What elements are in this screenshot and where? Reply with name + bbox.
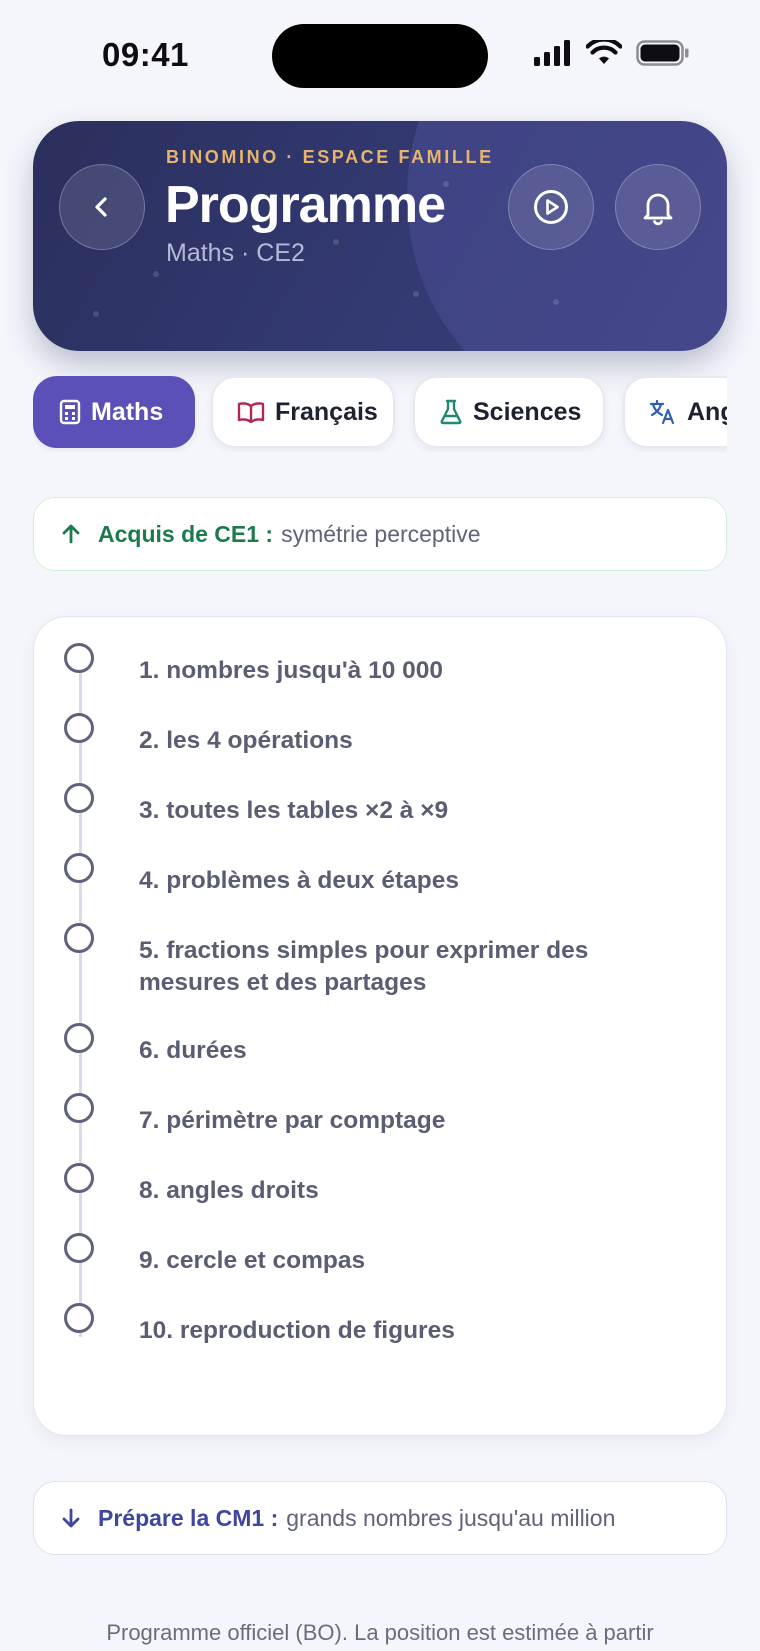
item-text: 7. périmètre par comptage — [139, 1107, 446, 1134]
item-text: 1. nombres jusqu'à 10 000 — [139, 657, 444, 684]
item-text: 8. angles droits — [139, 1177, 319, 1204]
header-card: BINOMINO · ESPACE FAMILLE Programme Math… — [33, 121, 727, 351]
battery-icon — [636, 40, 689, 66]
flask-icon — [440, 399, 462, 425]
page-title: Programme — [165, 176, 446, 234]
status-circle-icon[interactable] — [64, 1163, 94, 1193]
status-bar: 09:41 — [0, 0, 760, 110]
tab-label: Anglais — [687, 397, 727, 426]
book-icon — [237, 402, 265, 424]
calculator-icon — [59, 399, 81, 425]
bell-icon — [643, 193, 673, 226]
status-circle-icon[interactable] — [64, 1093, 94, 1123]
translate-icon — [649, 399, 675, 425]
app-screen: 09:41 BINOMINO · ESPACE FAMILLE Programm… — [0, 0, 760, 1651]
star-dot — [93, 311, 99, 317]
arrow-down-icon — [56, 1507, 86, 1529]
status-circle-icon[interactable] — [64, 783, 94, 813]
status-circle-icon[interactable] — [64, 1303, 94, 1333]
tab-francais[interactable]: Français — [211, 376, 395, 448]
item-text: 4. problèmes à deux étapes — [139, 867, 459, 894]
status-circle-icon[interactable] — [64, 643, 94, 673]
play-circle-icon — [534, 190, 568, 224]
tab-label: Français — [275, 397, 378, 426]
item-text: 10. reproduction de figures — [139, 1317, 455, 1344]
next-level-label: Prépare la CM1 : — [98, 1504, 279, 1531]
item-text: 9. cercle et compas — [139, 1247, 366, 1274]
arrow-up-icon — [56, 523, 86, 545]
tab-sciences[interactable]: Sciences — [413, 376, 605, 448]
subject-tabs: Maths Français Sciences Anglais — [33, 376, 727, 452]
play-button[interactable] — [508, 164, 594, 250]
status-icons — [534, 40, 690, 66]
cellular-signal-icon — [534, 40, 570, 66]
status-circle-icon[interactable] — [64, 853, 94, 883]
footnote: Programme officiel (BO). La position est… — [106, 1620, 654, 1645]
next-level-banner: Prépare la CM1 : grands nombres jusqu'au… — [33, 1481, 727, 1555]
star-dot — [153, 271, 159, 277]
status-circle-icon[interactable] — [64, 713, 94, 743]
star-dot — [413, 291, 419, 297]
header-eyebrow: BINOMINO · ESPACE FAMILLE — [166, 147, 494, 167]
star-dot — [333, 239, 339, 245]
tab-anglais[interactable]: Anglais — [623, 376, 727, 448]
notifications-button[interactable] — [615, 164, 701, 250]
tab-label: Sciences — [473, 397, 582, 426]
chevron-left-icon — [95, 197, 107, 217]
back-button[interactable] — [59, 164, 145, 250]
curriculum-list: 1. nombres jusqu'à 10 000 2. les 4 opéra… — [33, 616, 727, 1436]
previous-level-value: symétrie perceptive — [281, 520, 481, 547]
next-level-value: grands nombres jusqu'au million — [286, 1504, 616, 1531]
wifi-icon — [586, 40, 622, 64]
item-text: 6. durées — [139, 1037, 247, 1064]
tab-label: Maths — [91, 397, 164, 426]
item-text: 5. fractions simples pour exprimer des m… — [139, 937, 589, 996]
tab-maths[interactable]: Maths — [33, 376, 195, 448]
dynamic-island — [272, 24, 488, 88]
status-circle-icon[interactable] — [64, 923, 94, 953]
status-time: 09:41 — [102, 36, 189, 73]
previous-level-label: Acquis de CE1 : — [98, 520, 274, 547]
page-subtitle: Maths · CE2 — [166, 239, 305, 267]
status-circle-icon[interactable] — [64, 1233, 94, 1263]
previous-level-banner: Acquis de CE1 : symétrie perceptive — [33, 497, 727, 571]
star-dot — [553, 299, 559, 305]
status-circle-icon[interactable] — [64, 1023, 94, 1053]
item-text: 2. les 4 opérations — [139, 727, 353, 754]
item-text: 3. toutes les tables ×2 à ×9 — [139, 797, 449, 824]
